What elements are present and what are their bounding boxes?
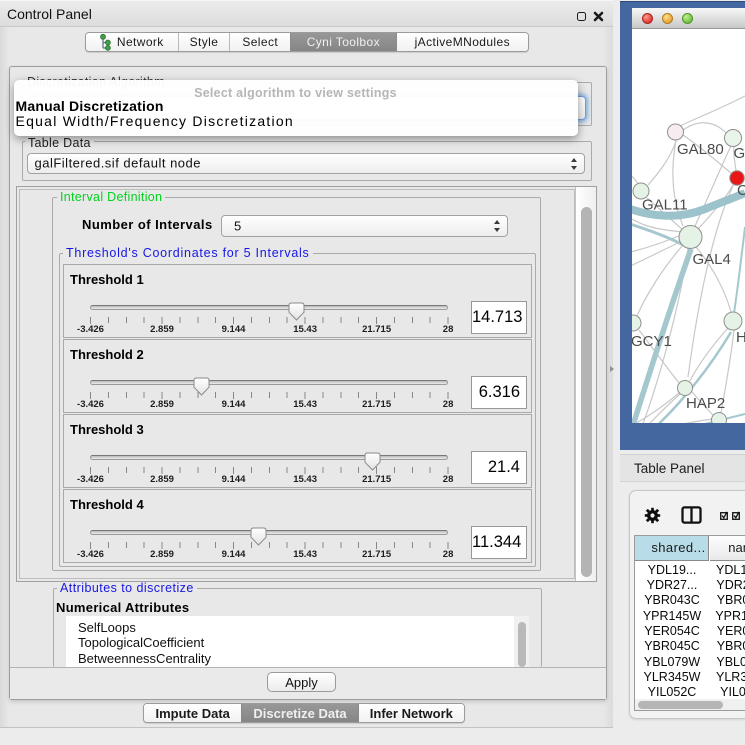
svg-text:C: C: [737, 182, 745, 199]
svg-text:GA: GA: [734, 145, 745, 162]
svg-text:GAL11: GAL11: [642, 196, 688, 213]
svg-text:H: H: [736, 329, 745, 346]
svg-text:GCY1: GCY1: [632, 333, 672, 350]
svg-text:GAL4: GAL4: [693, 251, 731, 268]
svg-text:GAL80: GAL80: [677, 141, 724, 158]
svg-text:HAP2: HAP2: [686, 395, 725, 412]
